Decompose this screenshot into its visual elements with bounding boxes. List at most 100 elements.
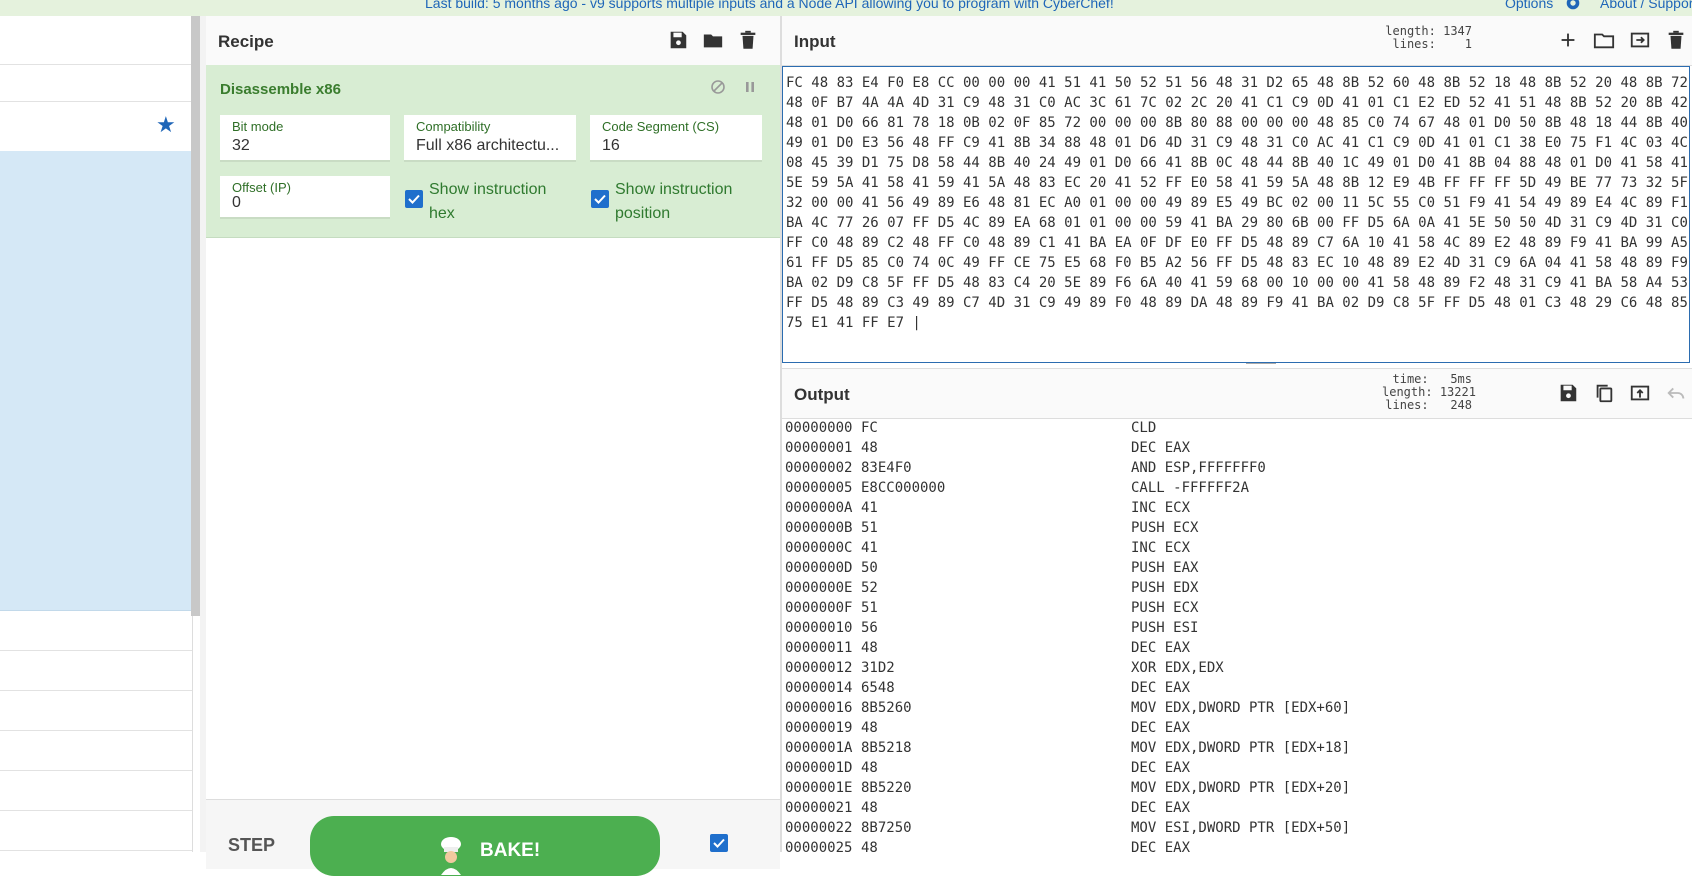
category-item[interactable] xyxy=(0,690,192,731)
row-address: 00000025 xyxy=(785,840,853,853)
input-hex-text[interactable]: FC 48 83 E4 F0 E8 CC 00 00 00 41 51 41 5… xyxy=(786,73,1688,333)
row-bytes: 31D2 xyxy=(861,660,895,676)
show-position-label[interactable]: Show instruction position xyxy=(615,178,765,226)
compatibility-label: Compatibility xyxy=(416,119,491,134)
time-label: time: xyxy=(1392,372,1429,386)
bit-mode-value[interactable]: 32 xyxy=(232,137,250,155)
operations-scrollbar[interactable] xyxy=(191,16,200,616)
hex-line: 75 E1 41 FF E7 | xyxy=(786,315,921,331)
row-bytes: 52 xyxy=(861,580,878,596)
recipe-title: Recipe xyxy=(218,32,274,51)
trash-icon[interactable] xyxy=(1665,28,1687,52)
compatibility-value[interactable]: Full x86 architectu... xyxy=(416,137,559,155)
category-item[interactable] xyxy=(0,391,192,432)
hex-line: FC 48 83 E4 F0 E8 CC 00 00 00 41 51 41 5… xyxy=(786,75,1688,91)
undo-icon[interactable] xyxy=(1665,381,1687,405)
output-textarea[interactable]: 00000000 FC CLD 00000001 48 DEC EAX 00000002… xyxy=(782,417,1692,853)
add-icon[interactable] xyxy=(1557,28,1579,52)
recipe-panel: Recipe Disassemble x86 Bit mode 32 Compa… xyxy=(206,16,780,876)
operations-search-row[interactable] xyxy=(0,64,192,102)
row-instruction: XOR EDX,EDX xyxy=(1131,660,1224,676)
disable-icon[interactable] xyxy=(710,79,726,95)
row-address: 0000000D xyxy=(785,560,853,576)
input-lines: 1 xyxy=(1464,37,1472,51)
output-length: 13221 xyxy=(1439,385,1476,399)
operations-header xyxy=(0,16,192,65)
banner-message[interactable]: Last build: 5 months ago - v9 supports m… xyxy=(425,0,1114,11)
row-address: 00000022 xyxy=(785,820,853,836)
bake-button[interactable]: BAKE! xyxy=(310,816,660,876)
row-bytes: 8B5260 xyxy=(861,700,912,716)
hex-line: 08 45 39 D1 75 D8 58 44 8B 40 24 49 01 D… xyxy=(786,155,1688,171)
trash-icon[interactable] xyxy=(737,28,759,52)
code-segment-field[interactable]: Code Segment (CS) 16 xyxy=(590,115,762,162)
folder-icon[interactable] xyxy=(702,28,724,52)
bit-mode-field[interactable]: Bit mode 32 xyxy=(220,115,390,162)
category-item[interactable] xyxy=(0,730,192,771)
category-item[interactable] xyxy=(0,191,192,232)
input-title: Input xyxy=(794,32,836,51)
gear-icon[interactable] xyxy=(1564,0,1582,12)
open-folder-icon[interactable] xyxy=(1593,28,1615,52)
row-instruction: DEC EAX xyxy=(1131,440,1191,456)
category-item[interactable] xyxy=(0,511,192,552)
row-instruction: AND ESP,FFFFFFF0 xyxy=(1131,460,1266,476)
row-instruction: DEC EAX xyxy=(1131,800,1191,816)
row-instruction: DEC EAX xyxy=(1131,640,1191,656)
row-bytes: E8CC000000 xyxy=(861,480,946,496)
row-address: 00000000 xyxy=(785,420,853,436)
length-label: length: xyxy=(1385,24,1436,38)
category-item[interactable] xyxy=(0,810,192,851)
show-hex-label[interactable]: Show instruction hex xyxy=(429,178,569,226)
show-position-checkbox[interactable] xyxy=(591,190,609,208)
save-icon[interactable] xyxy=(667,28,689,52)
offset-value[interactable]: 0 xyxy=(232,194,241,212)
category-item[interactable] xyxy=(0,271,192,312)
code-segment-value[interactable]: 16 xyxy=(602,137,620,155)
offset-field[interactable]: Offset (IP) 0 xyxy=(220,176,390,219)
copy-icon[interactable] xyxy=(1593,381,1615,405)
category-item[interactable] xyxy=(0,231,192,272)
operation-disassemble-x86: Disassemble x86 Bit mode 32 Compatibilit… xyxy=(206,65,780,238)
save-icon[interactable] xyxy=(1557,381,1579,405)
category-item[interactable] xyxy=(0,650,192,691)
row-bytes: 48 xyxy=(861,800,878,816)
check-icon xyxy=(408,194,420,204)
category-item[interactable] xyxy=(0,770,192,811)
hex-line: 49 01 D0 E3 56 48 FF C9 41 8B 34 88 48 0… xyxy=(786,135,1688,151)
category-item[interactable] xyxy=(0,311,192,352)
row-bytes: 48 xyxy=(861,440,878,456)
row-bytes: 41 xyxy=(861,500,878,516)
hex-line: BA 4C 77 26 07 FF D5 4C 89 EA 68 01 01 0… xyxy=(786,215,1688,231)
about-link[interactable]: About / Support xyxy=(1600,0,1692,11)
row-address: 00000005 xyxy=(785,480,853,496)
step-button[interactable]: STEP xyxy=(228,835,275,856)
category-item[interactable] xyxy=(0,151,192,192)
category-item[interactable] xyxy=(0,351,192,392)
star-icon[interactable]: ★ xyxy=(156,112,176,138)
row-instruction: PUSH EAX xyxy=(1131,560,1199,576)
hex-line: BA 02 D9 C8 5F FF D5 48 83 C4 20 5E 89 F… xyxy=(786,275,1688,291)
replace-input-icon[interactable] xyxy=(1629,381,1651,405)
row-address: 00000021 xyxy=(785,800,853,816)
row-bytes: 41 xyxy=(861,540,878,556)
auto-bake-checkbox[interactable] xyxy=(710,834,728,852)
row-bytes: 50 xyxy=(861,560,878,576)
operations-panel xyxy=(0,16,193,852)
check-icon xyxy=(594,194,606,204)
compatibility-field[interactable]: Compatibility Full x86 architectu... xyxy=(404,115,576,162)
row-address: 00000011 xyxy=(785,640,853,656)
category-item[interactable] xyxy=(0,471,192,512)
category-item[interactable] xyxy=(0,431,192,472)
show-hex-checkbox[interactable] xyxy=(405,190,423,208)
options-link[interactable]: Options xyxy=(1505,0,1553,11)
input-header: Input length: 1347 lines: 1 xyxy=(782,16,1692,66)
open-file-icon[interactable] xyxy=(1629,28,1651,52)
row-bytes: 8B5220 xyxy=(861,780,912,796)
pause-icon[interactable] xyxy=(742,79,758,95)
category-item[interactable] xyxy=(0,610,192,651)
bit-mode-label: Bit mode xyxy=(232,119,284,134)
input-textarea[interactable]: FC 48 83 E4 F0 E8 CC 00 00 00 41 51 41 5… xyxy=(782,66,1690,363)
category-item[interactable] xyxy=(0,551,192,611)
top-banner: Last build: 5 months ago - v9 supports m… xyxy=(0,0,1692,16)
